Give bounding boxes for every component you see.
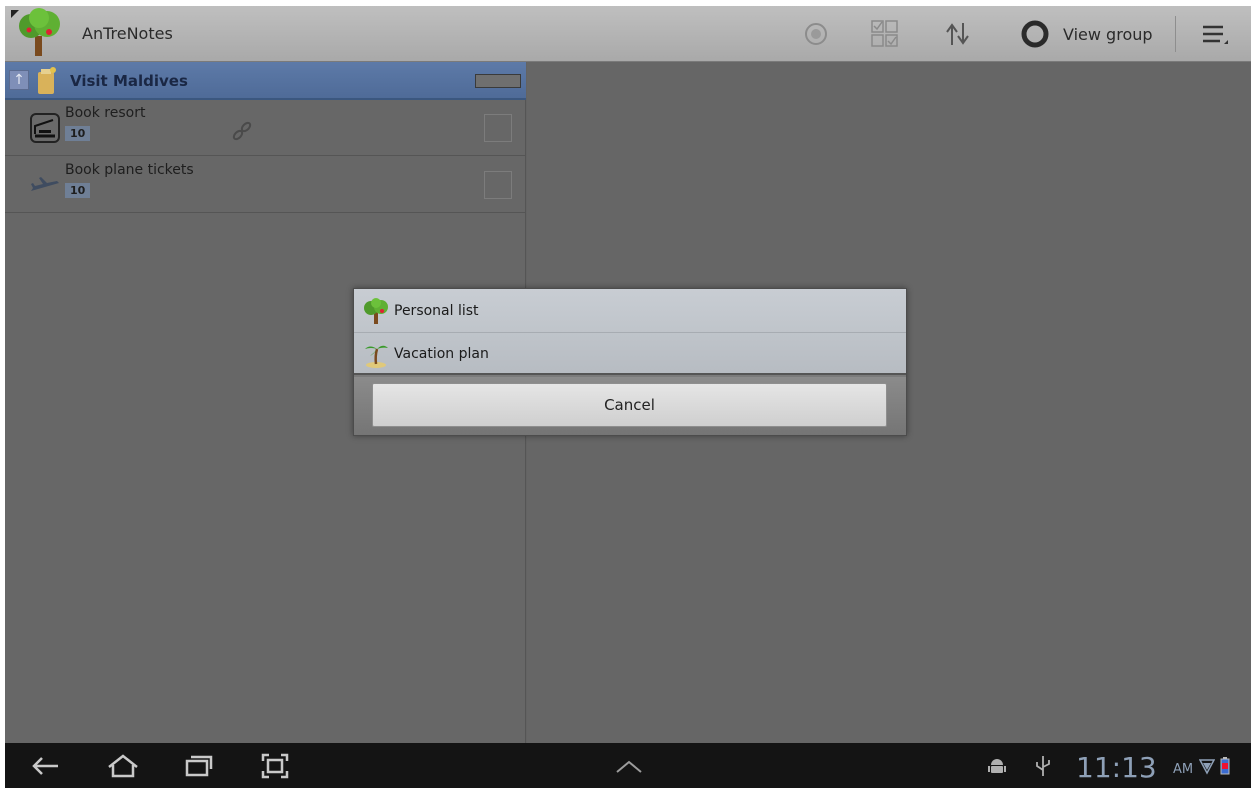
- priority-badge: 10: [65, 126, 91, 141]
- app-screen: AnTreNotes View group ↑ Visit Maldives B…: [5, 6, 1251, 788]
- resort-icon: [29, 112, 61, 144]
- dialog-item-vacation-plan[interactable]: Vacation plan: [354, 332, 906, 375]
- app-title: AnTreNotes: [82, 24, 173, 43]
- usb-icon: [1031, 751, 1055, 781]
- chevron-up-icon[interactable]: [611, 751, 647, 781]
- clock-time: 11:13: [1076, 751, 1157, 784]
- dialog-item-label: Vacation plan: [394, 346, 489, 362]
- tree-icon: [364, 297, 388, 324]
- dialog-item-label: Personal list: [394, 302, 479, 319]
- view-group-label: View group: [1063, 24, 1153, 44]
- android-icon: [985, 751, 1009, 781]
- wifi-icon: [1197, 751, 1217, 781]
- task-row[interactable]: Book plane tickets 10: [5, 157, 526, 213]
- up-arrow-icon[interactable]: ↑: [9, 70, 29, 90]
- priority-badge: 10: [65, 183, 91, 198]
- sort-arrows-icon[interactable]: [940, 14, 976, 54]
- group-header[interactable]: ↑ Visit Maldives: [5, 62, 526, 100]
- action-bar: AnTreNotes View group: [5, 6, 1251, 62]
- add-circle-icon[interactable]: [801, 14, 831, 54]
- recent-apps-icon[interactable]: [181, 751, 215, 781]
- system-bar: 11:13 AM: [5, 743, 1251, 788]
- cancel-button[interactable]: Cancel: [372, 383, 887, 427]
- dialog-footer: Cancel: [354, 377, 906, 435]
- view-group-button[interactable]: View group: [1021, 14, 1153, 54]
- task-checkbox[interactable]: [484, 114, 512, 142]
- dialog-list: Personal list Vacation plan: [354, 289, 906, 375]
- divider: [1175, 16, 1176, 52]
- screenshot-icon[interactable]: [258, 751, 292, 781]
- battery-icon: [1217, 751, 1233, 781]
- task-checkbox[interactable]: [484, 171, 512, 199]
- select-list-dialog: Personal list Vacation plan Cancel: [353, 288, 907, 436]
- group-title: Visit Maldives: [70, 72, 188, 90]
- tree-icon[interactable]: [11, 8, 67, 58]
- note-icon: [35, 66, 59, 96]
- task-title: Book resort: [65, 105, 146, 121]
- dialog-item-personal-list[interactable]: Personal list: [354, 289, 906, 332]
- link-icon[interactable]: [231, 120, 253, 142]
- task-row[interactable]: Book resort 10: [5, 100, 526, 156]
- overflow-menu-icon[interactable]: [1197, 14, 1231, 54]
- plane-icon: [29, 169, 61, 201]
- clock-ampm: AM: [1173, 762, 1194, 777]
- checklist-grid-icon[interactable]: [868, 14, 902, 54]
- back-icon[interactable]: [27, 751, 63, 781]
- palm-tree-icon: [365, 345, 388, 368]
- home-icon[interactable]: [103, 751, 143, 781]
- progress-bar: [475, 74, 521, 88]
- ring-icon: [1021, 20, 1049, 48]
- task-title: Book plane tickets: [65, 162, 194, 178]
